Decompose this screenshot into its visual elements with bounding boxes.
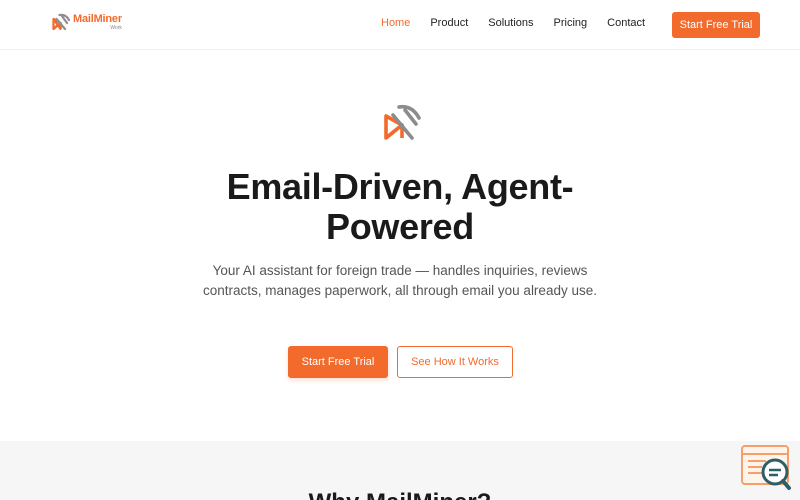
brand-subtext: Work <box>110 24 122 31</box>
hero-title: Email-Driven, Agent- Powered <box>150 167 650 247</box>
pickaxe-envelope-icon <box>50 12 70 32</box>
search-chat-widget[interactable] <box>740 445 792 490</box>
pickaxe-envelope-icon <box>381 102 421 147</box>
hero-subtitle: Your AI assistant for foreign trade — ha… <box>203 263 597 298</box>
why-section-title: Why MailMiner? <box>0 489 800 500</box>
start-free-trial-button[interactable]: Start Free Trial <box>288 346 388 378</box>
why-section: Why MailMiner? <box>0 441 800 500</box>
nav-product[interactable]: Product <box>430 17 468 29</box>
hero-title-line2: Powered <box>326 206 474 247</box>
nav-home[interactable]: Home <box>381 17 410 29</box>
hero-title-line1: Email-Driven, Agent- <box>226 166 574 207</box>
main-menu: Home Product Solutions Pricing Contact <box>381 17 645 29</box>
top-navbar: MailMiner Work Home Product Solutions Pr… <box>0 0 800 50</box>
brand-name: MailMiner <box>73 12 122 25</box>
search-chat-icon <box>741 445 791 490</box>
nav-contact[interactable]: Contact <box>607 17 645 29</box>
brand-logo[interactable]: MailMiner Work <box>50 11 122 33</box>
nav-start-trial-button[interactable]: Start Free Trial <box>672 12 760 38</box>
nav-solutions[interactable]: Solutions <box>488 17 533 29</box>
see-how-it-works-button[interactable]: See How It Works <box>397 346 513 378</box>
nav-pricing[interactable]: Pricing <box>554 17 588 29</box>
